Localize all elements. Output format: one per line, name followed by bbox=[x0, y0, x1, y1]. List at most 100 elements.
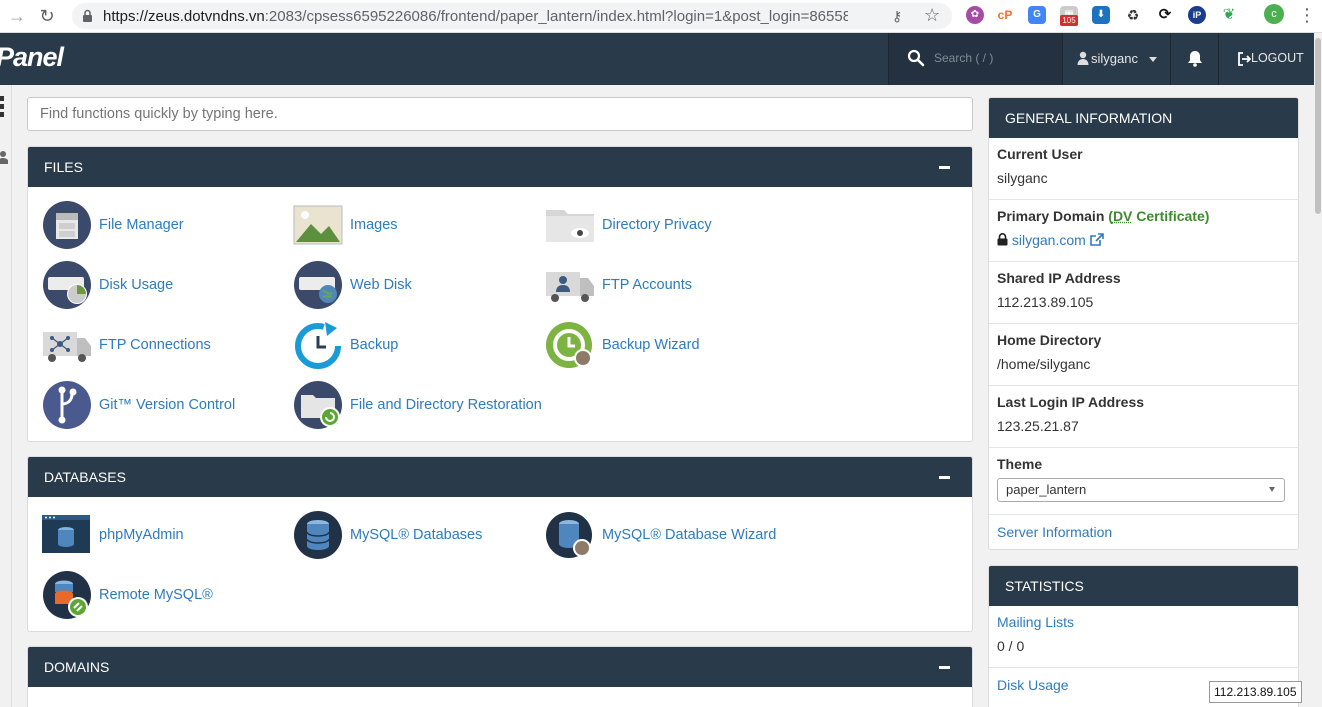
certificate-link[interactable]: (DV Certificate) bbox=[1108, 208, 1209, 224]
disk-usage-link[interactable]: Disk Usage bbox=[42, 260, 292, 310]
ftp-accounts-link[interactable]: FTP Accounts bbox=[545, 260, 795, 310]
home-directory-value: /home/silyganc bbox=[997, 356, 1091, 372]
collapse-icon[interactable] bbox=[939, 476, 950, 479]
reload-icon[interactable]: ↻ bbox=[36, 5, 58, 27]
primary-domain-label: Primary Domain bbox=[997, 208, 1105, 224]
cert-rest: Certificate) bbox=[1132, 208, 1210, 224]
chevron-down-icon bbox=[1269, 487, 1275, 492]
domains-panel-header[interactable]: DOMAINS bbox=[28, 647, 972, 687]
cpanel-navbar: Panel Search ( / ) silyganc LOGOUT bbox=[0, 33, 1322, 85]
shared-ip-label: Shared IP Address bbox=[997, 270, 1121, 286]
file-restoration-icon bbox=[294, 381, 342, 429]
remote-mysql-link[interactable]: Remote MySQL® bbox=[42, 570, 292, 620]
extension-recycle-icon[interactable]: ♻ bbox=[1124, 6, 1142, 24]
user-icon bbox=[1077, 51, 1089, 65]
file-manager-link[interactable]: File Manager bbox=[42, 200, 292, 250]
files-panel-title: FILES bbox=[44, 159, 83, 175]
statistics-title: STATISTICS bbox=[989, 566, 1298, 606]
theme-label: Theme bbox=[997, 456, 1043, 472]
quick-find-input[interactable] bbox=[27, 97, 973, 131]
cert-dv: DV bbox=[1112, 208, 1133, 224]
mailing-lists-link[interactable]: Mailing Lists bbox=[997, 614, 1074, 630]
mysql-database-wizard-link[interactable]: MySQL® Database Wizard bbox=[545, 510, 795, 560]
extension-save-icon[interactable]: ⬇ bbox=[1092, 6, 1110, 24]
file-directory-restoration-link[interactable]: File and Directory Restoration bbox=[293, 380, 543, 430]
extension-ip-icon[interactable]: iP bbox=[1188, 6, 1206, 24]
cpanel-logo[interactable]: Panel bbox=[0, 42, 64, 73]
directory-privacy-label: Directory Privacy bbox=[602, 217, 712, 233]
back-arrow-icon[interactable]: → bbox=[6, 5, 28, 27]
backup-icon bbox=[295, 322, 341, 369]
logout-icon bbox=[1238, 52, 1251, 66]
server-information-link[interactable]: Server Information bbox=[997, 524, 1112, 540]
key-icon[interactable]: ⚷ bbox=[892, 8, 902, 25]
disk-usage-stat-link[interactable]: Disk Usage bbox=[997, 677, 1069, 693]
databases-panel-header[interactable]: DATABASES bbox=[28, 457, 972, 497]
rail-user-icon[interactable] bbox=[0, 150, 8, 164]
scrollbar-thumb[interactable] bbox=[1315, 38, 1321, 214]
mailing-lists-heading: Mailing Lists bbox=[997, 614, 1290, 630]
images-icon bbox=[293, 205, 343, 245]
username: silyganc bbox=[1091, 51, 1138, 66]
notifications-button[interactable] bbox=[1170, 33, 1218, 85]
extension-evernote-icon[interactable]: ❦ bbox=[1220, 6, 1238, 24]
remote-mysql-label: Remote MySQL® bbox=[99, 587, 213, 603]
extension-translate-icon[interactable]: G bbox=[1028, 6, 1046, 24]
bell-icon bbox=[1188, 51, 1202, 67]
ip-tooltip: 112.213.89.105 bbox=[1209, 681, 1302, 703]
logout-button[interactable]: LOGOUT bbox=[1218, 33, 1322, 85]
extension-cpanel-icon[interactable]: cP bbox=[996, 6, 1014, 24]
mysql-wizard-icon bbox=[546, 512, 592, 558]
navbar-search[interactable]: Search ( / ) bbox=[888, 33, 1062, 85]
domains-panel-title: DOMAINS bbox=[44, 659, 110, 675]
file-directory-restoration-label: File and Directory Restoration bbox=[350, 397, 542, 413]
user-menu[interactable]: silyganc bbox=[1062, 33, 1170, 85]
address-bar[interactable]: https://zeus.dotvndns.vn:2083/cpsess6595… bbox=[72, 3, 952, 29]
directory-privacy-icon bbox=[546, 210, 594, 242]
mysql-databases-link[interactable]: MySQL® Databases bbox=[293, 510, 543, 560]
general-information-title: GENERAL INFORMATION bbox=[989, 98, 1298, 138]
domains-panel: DOMAINS bbox=[27, 646, 973, 707]
menu-grip-icon[interactable] bbox=[0, 96, 4, 120]
primary-domain-heading: Primary Domain (DV Certificate) bbox=[997, 208, 1290, 224]
search-placeholder: Search ( / ) bbox=[934, 51, 994, 65]
current-user-value: silyganc bbox=[997, 170, 1048, 186]
disk-usage-icon bbox=[43, 261, 91, 309]
search-icon bbox=[907, 49, 925, 67]
mailing-lists-row: Mailing Lists 0 / 0 bbox=[989, 606, 1298, 668]
ftp-connections-link[interactable]: FTP Connections bbox=[42, 320, 292, 370]
general-information-panel: GENERAL INFORMATION Current User silygan… bbox=[988, 97, 1299, 550]
current-user-row: Current User silyganc bbox=[989, 138, 1298, 200]
primary-domain-row: Primary Domain (DV Certificate) silygan.… bbox=[989, 200, 1298, 262]
git-version-control-link[interactable]: Git™ Version Control bbox=[42, 380, 292, 430]
images-link[interactable]: Images bbox=[293, 200, 543, 250]
backup-wizard-icon bbox=[546, 322, 592, 368]
mysql-database-wizard-label: MySQL® Database Wizard bbox=[602, 527, 777, 543]
browser-menu-icon[interactable]: ⋮ bbox=[1298, 4, 1316, 26]
directory-privacy-link[interactable]: Directory Privacy bbox=[545, 200, 795, 250]
profile-avatar[interactable]: c bbox=[1264, 4, 1284, 24]
browser-toolbar: → ↻ https://zeus.dotvndns.vn:2083/cpsess… bbox=[0, 0, 1322, 33]
primary-domain-link[interactable]: silygan.com bbox=[1012, 232, 1086, 248]
files-panel-header[interactable]: FILES bbox=[28, 147, 972, 187]
bookmark-star-icon[interactable]: ☆ bbox=[924, 5, 940, 26]
theme-select[interactable]: paper_lantern bbox=[997, 478, 1285, 502]
ftp-connections-icon bbox=[43, 332, 91, 362]
phpmyadmin-icon bbox=[42, 515, 90, 553]
web-disk-icon bbox=[294, 261, 342, 309]
collapse-icon[interactable] bbox=[939, 166, 950, 169]
server-information-row: Server Information bbox=[989, 515, 1298, 549]
extension-badge: 105 bbox=[1060, 15, 1078, 26]
home-directory-label: Home Directory bbox=[997, 332, 1102, 348]
extension-sync-icon[interactable]: ⟳ bbox=[1156, 6, 1174, 24]
lock-icon bbox=[83, 9, 92, 22]
web-disk-link[interactable]: Web Disk bbox=[293, 260, 543, 310]
phpmyadmin-link[interactable]: phpMyAdmin bbox=[42, 510, 292, 560]
file-manager-label: File Manager bbox=[99, 217, 184, 233]
backup-link[interactable]: Backup bbox=[293, 320, 543, 370]
backup-wizard-link[interactable]: Backup Wizard bbox=[545, 320, 795, 370]
external-link-icon[interactable] bbox=[1089, 233, 1104, 246]
databases-panel-title: DATABASES bbox=[44, 469, 126, 485]
extension-flower-icon[interactable]: ✿ bbox=[966, 6, 984, 24]
collapse-icon[interactable] bbox=[939, 666, 950, 669]
